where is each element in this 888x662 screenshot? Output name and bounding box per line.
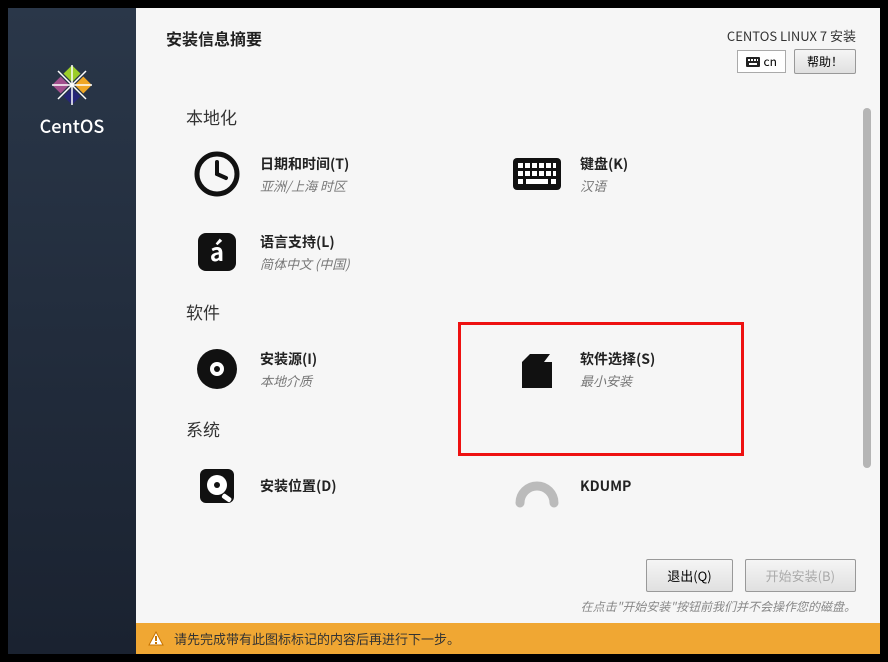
item-title: 日期和时间(T) bbox=[260, 154, 349, 174]
footer: 退出(Q) 开始安装(B) 在点击"开始安装"按钮前我们并不会操作您的磁盘。 bbox=[136, 551, 880, 623]
kdump-icon bbox=[512, 461, 562, 511]
item-install-source[interactable]: 安装源(I) 本地介质 bbox=[186, 338, 486, 400]
scrollbar-thumb[interactable] bbox=[863, 108, 871, 468]
clock-icon bbox=[192, 149, 242, 199]
section-localization-title: 本地化 bbox=[186, 104, 850, 129]
main-panel: 安装信息摘要 CENTOS LINUX 7 安装 cn 帮助！ bbox=[136, 8, 880, 654]
footer-note: 在点击"开始安装"按钮前我们并不会操作您的磁盘。 bbox=[160, 598, 856, 615]
item-kdump[interactable]: KDUMP bbox=[506, 455, 806, 517]
item-language[interactable]: á 语言支持(L) 简体中文 (中国) bbox=[186, 221, 486, 283]
brand-logo: CentOS bbox=[40, 63, 105, 139]
item-title: 安装位置(D) bbox=[260, 476, 337, 496]
item-title: 语言支持(L) bbox=[260, 232, 350, 252]
item-subtitle: 简体中文 (中国) bbox=[260, 254, 350, 273]
installer-window: CentOS 安装信息摘要 CENTOS LINUX 7 安装 cn bbox=[8, 8, 880, 654]
item-subtitle: 本地介质 bbox=[260, 371, 317, 390]
warning-icon bbox=[148, 631, 164, 647]
item-title: 软件选择(S) bbox=[580, 349, 655, 369]
item-keyboard[interactable]: 键盘(K) 汉语 bbox=[506, 143, 806, 205]
item-title: 键盘(K) bbox=[580, 154, 628, 174]
page-title: 安装信息摘要 bbox=[166, 26, 262, 50]
disc-icon bbox=[192, 344, 242, 394]
section-system-title: 系统 bbox=[186, 416, 850, 441]
warning-bar: 请先完成带有此图标标记的内容后再进行下一步。 bbox=[136, 623, 880, 654]
item-subtitle: 亚洲/上海 时区 bbox=[260, 176, 349, 195]
product-name: CENTOS LINUX 7 安装 bbox=[727, 26, 856, 45]
centos-logo-icon bbox=[50, 63, 94, 107]
svg-text:á: á bbox=[210, 233, 224, 268]
sidebar: CentOS bbox=[8, 8, 136, 654]
begin-install-button[interactable]: 开始安装(B) bbox=[745, 559, 856, 592]
keyboard-small-icon bbox=[746, 57, 760, 67]
warning-text: 请先完成带有此图标标记的内容后再进行下一步。 bbox=[174, 629, 460, 648]
item-title: KDUMP bbox=[580, 476, 631, 496]
item-title: 安装源(I) bbox=[260, 349, 317, 369]
help-button[interactable]: 帮助！ bbox=[794, 49, 856, 74]
section-software-title: 软件 bbox=[186, 299, 850, 324]
package-icon bbox=[512, 344, 562, 394]
keyboard-layout-indicator[interactable]: cn bbox=[737, 50, 786, 73]
item-subtitle: 最小安装 bbox=[580, 371, 655, 390]
content-area: 本地化 日期和时间(T) 亚洲/上海 时区 键盘(K) bbox=[136, 82, 880, 551]
quit-button[interactable]: 退出(Q) bbox=[646, 559, 732, 592]
brand-name: CentOS bbox=[40, 113, 105, 139]
item-subtitle: 汉语 bbox=[580, 176, 628, 195]
language-icon: á bbox=[192, 227, 242, 277]
scrollbar[interactable] bbox=[862, 108, 872, 508]
item-software-selection[interactable]: 软件选择(S) 最小安装 bbox=[506, 338, 806, 400]
keyboard-icon bbox=[512, 149, 562, 199]
header-right: CENTOS LINUX 7 安装 cn 帮助！ bbox=[727, 26, 856, 74]
lang-code: cn bbox=[764, 53, 777, 70]
item-install-destination[interactable]: 安装位置(D) bbox=[186, 455, 486, 517]
header: 安装信息摘要 CENTOS LINUX 7 安装 cn 帮助！ bbox=[136, 8, 880, 82]
harddisk-icon bbox=[192, 461, 242, 511]
item-datetime[interactable]: 日期和时间(T) 亚洲/上海 时区 bbox=[186, 143, 486, 205]
